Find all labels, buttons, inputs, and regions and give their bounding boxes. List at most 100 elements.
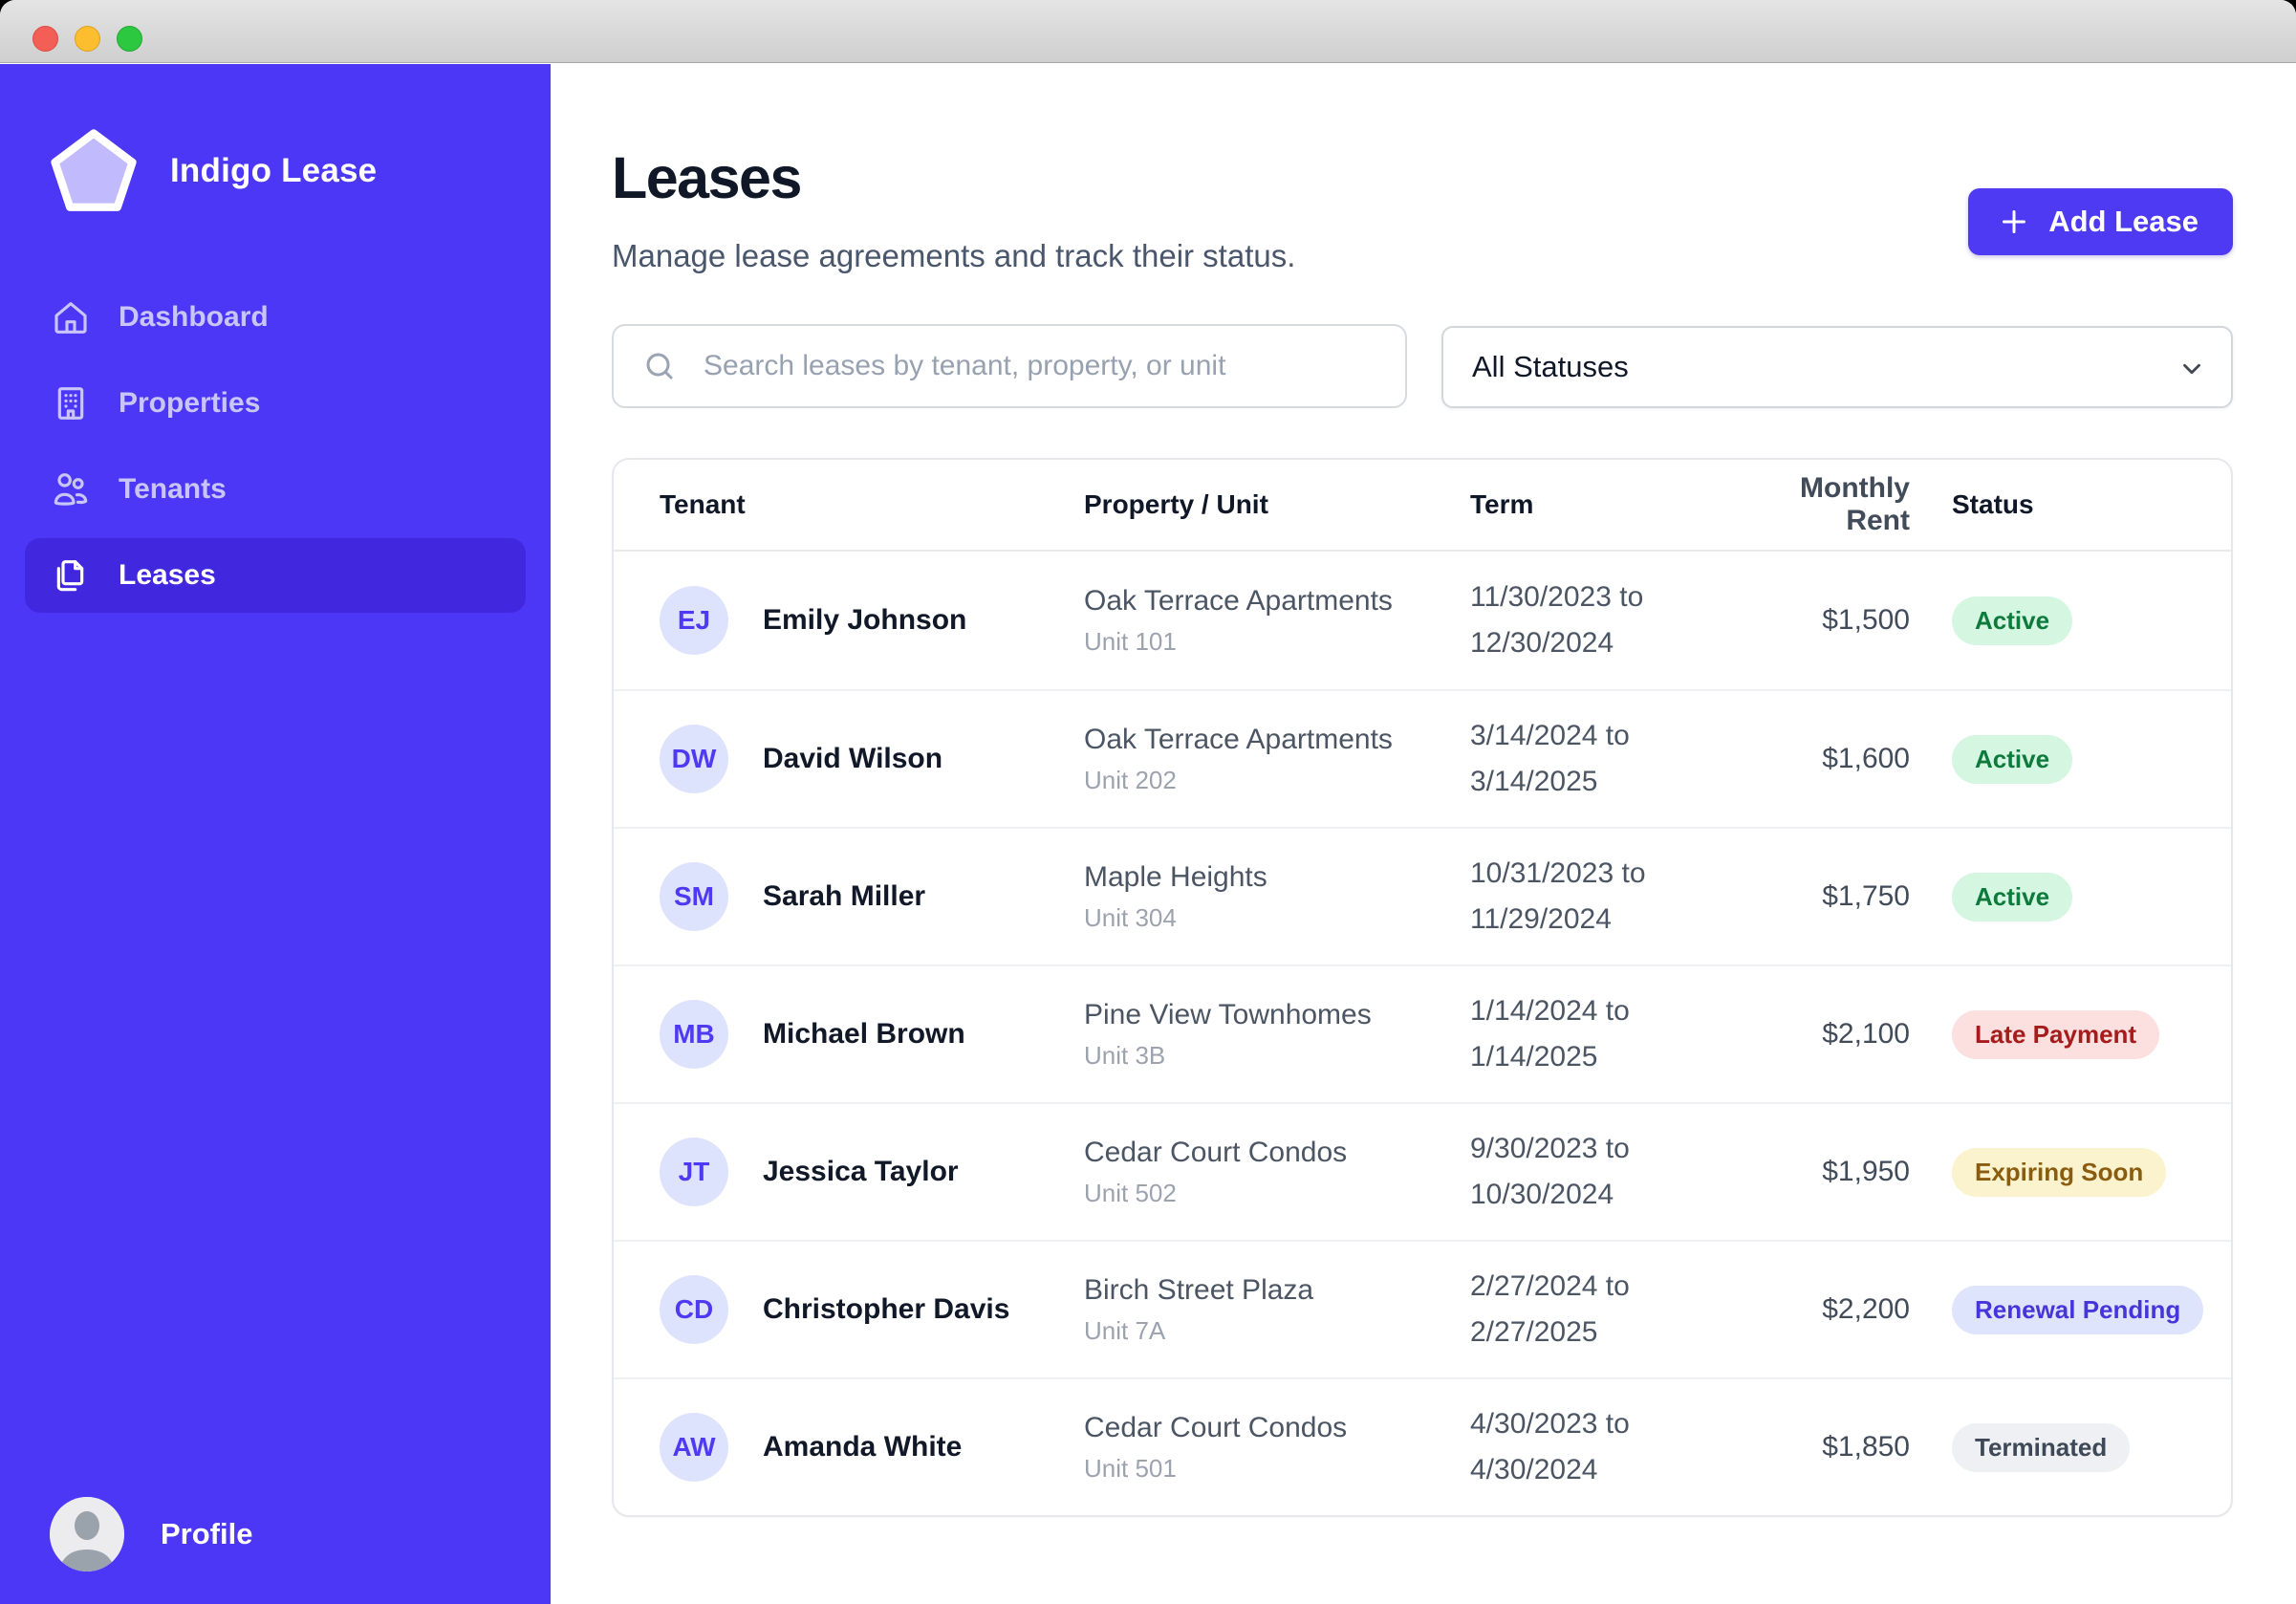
property-unit: Unit 7A	[1084, 1316, 1470, 1346]
users-icon	[52, 470, 90, 509]
tenant-name: Michael Brown	[763, 1018, 965, 1051]
status-badge: Terminated	[1952, 1423, 2130, 1472]
table-row: CD Christopher Davis Birch Street Plaza …	[614, 1240, 2231, 1377]
close-button[interactable]	[32, 26, 58, 52]
property-unit: Unit 202	[1084, 766, 1470, 795]
sidebar: Indigo Lease Dashboard Properties	[0, 64, 551, 1604]
avatar: EJ	[660, 586, 728, 655]
add-lease-label: Add Lease	[2048, 205, 2199, 239]
status-badge: Active	[1952, 735, 2072, 784]
property-name: Birch Street Plaza	[1084, 1274, 1470, 1307]
tenant-name: Sarah Miller	[763, 880, 925, 913]
table-row: DW David Wilson Oak Terrace Apartments U…	[614, 689, 2231, 827]
column-header-rent: Monthly Rent	[1742, 472, 1910, 537]
profile-avatar	[50, 1497, 124, 1571]
lease-term: 4/30/2023 to 4/30/2024	[1470, 1401, 1709, 1493]
status-badge: Late Payment	[1952, 1010, 2159, 1059]
status-badge: Expiring Soon	[1952, 1148, 2166, 1197]
monthly-rent: $1,750	[1742, 880, 1910, 913]
documents-icon	[52, 556, 90, 595]
property-unit: Unit 304	[1084, 903, 1470, 933]
profile-label: Profile	[161, 1517, 252, 1551]
monthly-rent: $2,200	[1742, 1293, 1910, 1326]
leases-table: Tenant Property / Unit Term Monthly Rent…	[612, 458, 2233, 1517]
pentagon-icon	[50, 127, 138, 215]
column-header-tenant: Tenant	[660, 489, 1084, 520]
property-name: Maple Heights	[1084, 861, 1470, 894]
column-header-term: Term	[1470, 489, 1742, 520]
minimize-button[interactable]	[75, 26, 100, 52]
sidebar-item-label: Tenants	[119, 473, 227, 506]
search-icon	[642, 349, 677, 383]
sidebar-nav: Dashboard Properties Tenants	[0, 280, 551, 613]
avatar: AW	[660, 1413, 728, 1482]
table-row: SM Sarah Miller Maple Heights Unit 304 1…	[614, 827, 2231, 965]
home-icon	[52, 298, 90, 336]
monthly-rent: $2,100	[1742, 1018, 1910, 1051]
sidebar-item-leases[interactable]: Leases	[25, 538, 526, 613]
table-body: EJ Emily Johnson Oak Terrace Apartments …	[614, 552, 2231, 1515]
avatar: CD	[660, 1275, 728, 1344]
tenant-name: Christopher Davis	[763, 1293, 1009, 1326]
tenant-name: Jessica Taylor	[763, 1156, 959, 1188]
person-icon	[50, 1497, 124, 1571]
avatar: JT	[660, 1138, 728, 1206]
main-content: Leases Manage lease agreements and track…	[551, 64, 2296, 1604]
column-header-status: Status	[1910, 489, 2193, 520]
property-name: Pine View Townhomes	[1084, 999, 1470, 1031]
monthly-rent: $1,600	[1742, 743, 1910, 775]
property-name: Oak Terrace Apartments	[1084, 724, 1470, 756]
status-filter-select[interactable]: All Statuses	[1441, 326, 2233, 408]
lease-term: 1/14/2024 to 1/14/2025	[1470, 988, 1709, 1080]
tenant-name: David Wilson	[763, 743, 942, 775]
zoom-button[interactable]	[117, 26, 142, 52]
building-icon	[52, 384, 90, 423]
table-row: AW Amanda White Cedar Court Condos Unit …	[614, 1377, 2231, 1515]
titlebar	[0, 0, 2296, 63]
property-unit: Unit 501	[1084, 1454, 1470, 1484]
sidebar-item-label: Properties	[119, 387, 260, 420]
sidebar-item-tenants[interactable]: Tenants	[25, 452, 526, 527]
sidebar-item-label: Dashboard	[119, 301, 269, 334]
property-unit: Unit 101	[1084, 627, 1470, 657]
profile-button[interactable]: Profile	[50, 1497, 252, 1571]
app-window: Indigo Lease Dashboard Properties	[0, 0, 2296, 1604]
monthly-rent: $1,950	[1742, 1156, 1910, 1188]
tenant-name: Emily Johnson	[763, 604, 966, 637]
table-row: MB Michael Brown Pine View Townhomes Uni…	[614, 965, 2231, 1102]
search-input[interactable]	[612, 324, 1407, 408]
property-name: Cedar Court Condos	[1084, 1412, 1470, 1444]
avatar: DW	[660, 725, 728, 793]
page-title: Leases	[612, 144, 1295, 211]
tenant-name: Amanda White	[763, 1431, 962, 1463]
avatar: SM	[660, 862, 728, 931]
table-row: JT Jessica Taylor Cedar Court Condos Uni…	[614, 1102, 2231, 1240]
status-filter-value: All Statuses	[1472, 350, 1629, 384]
lease-term: 11/30/2023 to 12/30/2024	[1470, 574, 1709, 666]
avatar: MB	[660, 1000, 728, 1069]
lease-term: 10/31/2023 to 11/29/2024	[1470, 851, 1709, 943]
sidebar-item-dashboard[interactable]: Dashboard	[25, 280, 526, 355]
app-name: Indigo Lease	[170, 152, 377, 190]
table-header-row: Tenant Property / Unit Term Monthly Rent…	[614, 460, 2231, 552]
lease-term: 9/30/2023 to 10/30/2024	[1470, 1126, 1709, 1218]
lease-term: 3/14/2024 to 3/14/2025	[1470, 713, 1709, 805]
page-subtitle: Manage lease agreements and track their …	[612, 238, 1295, 274]
property-unit: Unit 3B	[1084, 1041, 1470, 1071]
property-name: Cedar Court Condos	[1084, 1137, 1470, 1169]
status-badge: Active	[1952, 596, 2072, 645]
chevron-down-icon	[2177, 355, 2206, 383]
plus-icon	[1997, 205, 2031, 239]
lease-term: 2/27/2024 to 2/27/2025	[1470, 1264, 1709, 1355]
sidebar-item-properties[interactable]: Properties	[25, 366, 526, 441]
sidebar-item-label: Leases	[119, 559, 216, 592]
monthly-rent: $1,850	[1742, 1431, 1910, 1463]
table-row: EJ Emily Johnson Oak Terrace Apartments …	[614, 552, 2231, 689]
app-logo: Indigo Lease	[0, 64, 551, 215]
status-badge: Renewal Pending	[1952, 1286, 2203, 1334]
monthly-rent: $1,500	[1742, 604, 1910, 637]
column-header-property: Property / Unit	[1084, 489, 1470, 520]
status-badge: Active	[1952, 873, 2072, 921]
add-lease-button[interactable]: Add Lease	[1968, 188, 2233, 255]
property-unit: Unit 502	[1084, 1179, 1470, 1208]
